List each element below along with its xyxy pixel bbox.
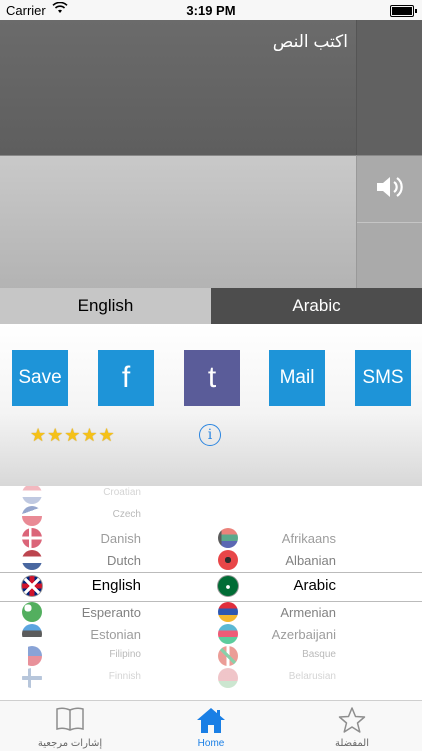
tab-bookmarks[interactable]: إشارات مرجعية <box>0 701 140 751</box>
picker-option-belarusian[interactable]: Belarusian <box>289 671 336 682</box>
save-button[interactable]: Save <box>12 350 68 406</box>
input-side-panel <box>356 20 422 155</box>
language-picker[interactable]: Croatian Czech Danish Dutch English Esperanto… <box>0 486 422 700</box>
tab-favorites-label: المفضلة <box>334 738 369 749</box>
tab-bar: إشارات مرجعية Home المفضلة <box>0 700 422 751</box>
flag-icon <box>22 646 42 666</box>
action-panel: Save f t Mail SMS ★★★★★ i <box>0 324 422 486</box>
source-text-input[interactable]: اكتب النص <box>0 20 356 155</box>
flag-icon <box>218 668 238 688</box>
target-language-tab[interactable]: Arabic <box>211 288 422 324</box>
battery-icon <box>390 5 417 17</box>
picker-option-czech[interactable]: Czech <box>113 509 141 520</box>
flag-icon <box>218 576 238 596</box>
speak-button[interactable] <box>357 156 422 223</box>
picker-option-filipino[interactable]: Filipino <box>109 649 141 660</box>
translation-output <box>0 155 356 289</box>
source-language-tab[interactable]: English <box>0 288 211 324</box>
picker-option-albanian[interactable]: Albanian <box>285 553 336 568</box>
facebook-share-button[interactable]: f <box>98 350 154 406</box>
flag-icon <box>218 602 238 622</box>
picker-option-dutch[interactable]: Dutch <box>107 553 141 568</box>
picker-option-arabic[interactable]: Arabic <box>293 577 336 594</box>
picker-option-danish[interactable]: Danish <box>101 531 141 546</box>
flag-icon <box>22 602 42 622</box>
mail-button[interactable]: Mail <box>269 350 325 406</box>
flag-icon <box>22 486 42 504</box>
tab-bookmarks-label: إشارات مرجعية <box>37 738 103 749</box>
picker-option-finnish[interactable]: Finnish <box>109 671 141 682</box>
flag-icon <box>218 528 238 548</box>
flag-icon <box>22 624 42 644</box>
flag-icon <box>218 624 238 644</box>
info-icon[interactable]: i <box>199 424 221 446</box>
picker-selection-band <box>0 572 422 602</box>
book-icon <box>55 706 85 737</box>
flag-icon <box>218 646 238 666</box>
picker-option-estonian[interactable]: Estonian <box>90 627 141 642</box>
tab-home-label: Home <box>197 738 225 749</box>
tumblr-share-button[interactable]: t <box>184 350 240 406</box>
picker-option-esperanto[interactable]: Esperanto <box>82 605 141 620</box>
input-placeholder: اكتب النص <box>272 32 348 51</box>
clock: 3:19 PM <box>186 3 236 18</box>
picker-option-afrikaans[interactable]: Afrikaans <box>282 531 336 546</box>
rating-stars[interactable]: ★★★★★ <box>30 425 116 446</box>
flag-icon <box>218 550 238 570</box>
flag-icon <box>22 528 42 548</box>
tab-favorites[interactable]: المفضلة <box>282 701 422 751</box>
output-side-panel <box>356 155 422 289</box>
star-icon <box>338 706 366 739</box>
sms-button[interactable]: SMS <box>355 350 411 406</box>
picker-option-armenian[interactable]: Armenian <box>280 605 336 620</box>
flag-icon <box>22 576 42 596</box>
flag-icon <box>22 550 42 570</box>
picker-option-english[interactable]: English <box>92 577 141 594</box>
status-bar: Carrier 3:19 PM <box>0 0 422 20</box>
flag-icon <box>22 668 42 688</box>
picker-option-croatian[interactable]: Croatian <box>103 487 141 498</box>
home-icon <box>196 706 226 739</box>
picker-option-basque[interactable]: Basque <box>302 649 336 660</box>
speaker-icon <box>375 174 405 205</box>
tab-home[interactable]: Home <box>141 701 281 751</box>
flag-icon <box>22 506 42 526</box>
picker-option-azerbaijani[interactable]: Azerbaijani <box>272 627 336 642</box>
